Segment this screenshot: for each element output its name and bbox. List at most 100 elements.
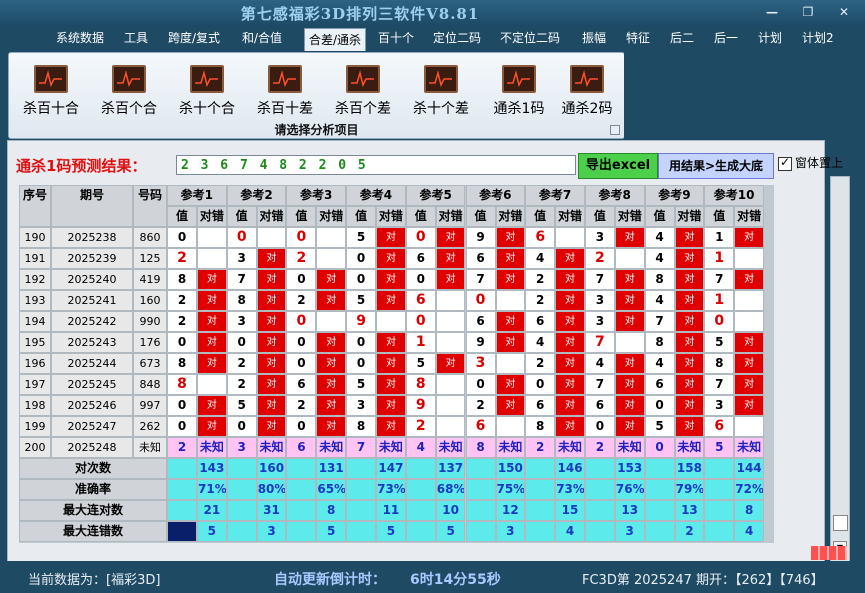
row-value: 2 [286,290,317,311]
ribbon-button[interactable]: 杀百十差 [248,65,322,118]
row-value: 5 [346,227,377,248]
progress-indicator [811,546,847,560]
ribbon-button[interactable]: 杀百个差 [326,65,400,118]
stat-spacer [226,458,257,479]
row-value: 0 [644,395,675,416]
menu-item[interactable]: 百十个 [378,29,414,49]
menu-item[interactable]: 特征 [626,29,650,49]
hit-marker: 对 [197,416,227,437]
row-seq: 198 [19,395,51,416]
row-seq: 191 [19,248,51,269]
row-value: 2 [167,290,197,311]
countdown-label: 自动更新倒计时： [274,572,386,588]
current-data-label: 当前数据为：[福彩3D] [28,573,161,588]
row-number: 176 [133,332,167,353]
chart-icon [34,65,68,93]
stat-value: 21 [197,500,227,521]
ribbon-button[interactable]: 杀百十合 [14,65,88,118]
menu-item[interactable]: 不定位二码 [500,29,560,49]
row-value: 5 [405,353,436,374]
menu-item[interactable]: 合差/通杀 [304,28,367,51]
scrollbar-thumb[interactable] [833,515,848,531]
row-unknown: 未知 [435,437,466,458]
main-panel: 通杀1码预测结果： 2 3 6 7 4 8 2 2 0 5 导出excel 用结… [7,140,843,563]
menu-item[interactable]: 计划2 [802,29,834,49]
row-value: 6 [525,227,556,248]
topmost-checkbox[interactable]: ✓ [778,155,792,171]
menu-item[interactable]: 和/合值 [242,29,282,49]
menu-item[interactable]: 计划 [758,29,782,49]
hit-marker: 对 [376,269,406,290]
stat-spacer [584,500,615,521]
stat-value: 160 [256,458,287,479]
hit-marker: 对 [614,374,645,395]
row-unknown: 未知 [495,437,526,458]
generate-base-button[interactable]: 用结果>生成大底 [658,153,774,179]
row-value: 7 [584,332,615,353]
header-value: 值 [644,206,675,227]
stat-value: 146 [555,458,585,479]
ribbon-panel: 请选择分析项目 杀百十合 杀百个合 杀十个合 杀百十差 杀百个差 杀十个差 通杀1码 通杀2码 [8,52,625,139]
maximize-button[interactable]: ❐ [796,3,820,21]
hit-marker: 对 [256,353,287,374]
hit-empty [435,290,466,311]
ribbon-button[interactable]: 通杀2码 [550,65,624,118]
ribbon-button[interactable]: 杀十个合 [170,65,244,118]
ribbon-button[interactable]: 杀百个合 [92,65,166,118]
row-value: 8 [525,416,556,437]
menu-item[interactable]: 系统数据 [56,29,104,49]
stat-value: 5 [197,521,227,542]
row-value: 3 [226,437,257,458]
close-button[interactable]: ✕ [832,3,856,21]
chart-icon [502,65,536,93]
row-value: 2 [167,437,197,458]
row-period: 2025246 [51,395,133,416]
row-value: 3 [346,395,377,416]
menu-item[interactable]: 振幅 [582,29,606,49]
prediction-result-field[interactable]: 2 3 6 7 4 8 2 2 0 5 [176,155,576,175]
row-value: 2 [226,374,257,395]
hit-empty [435,374,466,395]
row-value: 0 [286,269,317,290]
row-value: 3 [584,227,615,248]
hit-marker: 对 [316,416,347,437]
hit-marker: 对 [316,332,347,353]
row-value: 0 [167,227,197,248]
row-value: 4 [525,248,556,269]
menu-item[interactable]: 后一 [714,29,738,49]
stat-spacer [704,458,735,479]
menu-item[interactable]: 定位二码 [433,29,481,49]
row-value: 0 [346,248,377,269]
row-value: 7 [704,269,735,290]
row-unknown: 未知 [614,437,645,458]
ribbon-button[interactable]: 通杀1码 [482,65,556,118]
row-value: 9 [465,332,496,353]
row-number: 160 [133,290,167,311]
stat-value: 153 [614,458,645,479]
header-hit: 对错 [614,206,645,227]
row-value: 0 [286,353,317,374]
row-value: 7 [226,269,257,290]
stat-spacer [525,500,556,521]
header-value: 值 [405,206,436,227]
hit-marker: 对 [734,227,764,248]
row-value: 7 [584,374,615,395]
stat-value: 5 [435,521,466,542]
header-group: 参考2 [226,185,287,206]
minimize-button[interactable]: — [760,3,784,21]
menu-item[interactable]: 跨度/复式 [168,29,220,49]
menu-item[interactable]: 后二 [670,29,694,49]
menu-item[interactable]: 工具 [124,29,148,49]
export-excel-button[interactable]: 导出excel [578,153,658,179]
stat-spacer [405,479,436,500]
hit-marker: 对 [197,290,227,311]
prediction-label: 通杀1码预测结果： [16,157,147,175]
stat-label: 最大连错数 [19,521,167,542]
header-hit: 对错 [734,206,764,227]
ribbon-expand-icon[interactable] [610,125,620,135]
row-number: 673 [133,353,167,374]
header-group: 参考9 [644,185,705,206]
stat-spacer [644,521,675,542]
vertical-scrollbar[interactable]: ▼ [830,176,850,562]
ribbon-button[interactable]: 杀十个差 [404,65,478,118]
